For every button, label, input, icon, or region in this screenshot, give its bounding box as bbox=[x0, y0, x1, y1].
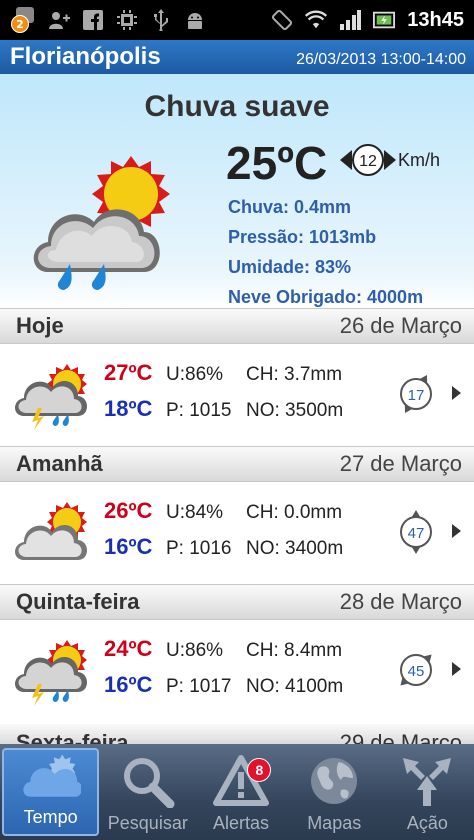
day-date: 28 de Março bbox=[339, 589, 462, 614]
rotation-icon bbox=[271, 9, 293, 31]
day-header: Quinta-feira 28 de Março bbox=[0, 584, 474, 620]
usb-icon bbox=[150, 9, 172, 31]
day-header: Hoje 26 de Março bbox=[0, 308, 474, 344]
tab-label: Pesquisar bbox=[107, 813, 188, 833]
day-date: 26 de Março bbox=[339, 313, 462, 338]
day-header: Amanhã 27 de Março bbox=[0, 446, 474, 482]
temp-max: 27ºC bbox=[104, 360, 153, 385]
humidity-value: U:86% bbox=[166, 364, 224, 385]
cloud-sun-icon bbox=[21, 750, 81, 803]
tab-alertas[interactable]: 8 Alertas bbox=[194, 744, 287, 840]
current-weather-panel: Chuva suave 25ºC 12 Km/h Chuva: 0.4mm Pr… bbox=[0, 74, 474, 308]
rain-value: CH: 3.7mm bbox=[246, 364, 343, 385]
tab-label: Ação bbox=[406, 813, 448, 833]
facebook-icon bbox=[82, 9, 104, 31]
contact-add-icon bbox=[48, 9, 70, 31]
tab-label: Alertas bbox=[212, 813, 270, 833]
pressure-value: P: 1017 bbox=[166, 676, 232, 697]
android-debug-icon bbox=[184, 9, 206, 31]
forecast-row[interactable]: 24ºC 16ºC U:86% P: 1017 CH: 8.4mm NO: 41… bbox=[0, 620, 474, 722]
tab-pesquisar[interactable]: Pesquisar bbox=[101, 744, 194, 840]
location-header[interactable]: Florianópolis 26/03/2013 13:00-14:00 bbox=[0, 40, 474, 74]
chevron-right-icon[interactable] bbox=[452, 524, 461, 538]
notification-icon[interactable]: 2 bbox=[10, 7, 36, 33]
city-name: Florianópolis bbox=[10, 43, 161, 70]
battery-icon bbox=[373, 9, 396, 31]
current-condition: Chuva suave bbox=[144, 90, 330, 123]
day-date: 27 de Março bbox=[339, 451, 462, 476]
partly-cloudy-icon bbox=[12, 498, 92, 573]
wind-unit: Km/h bbox=[398, 150, 441, 170]
day-name: Hoje bbox=[16, 313, 64, 338]
tab-label: Tempo bbox=[23, 807, 78, 827]
temp-min: 18ºC bbox=[104, 396, 153, 421]
tab-acao[interactable]: Ação bbox=[381, 744, 474, 840]
wind-speed: 17 bbox=[408, 387, 425, 404]
tab-tempo[interactable]: Tempo bbox=[2, 748, 100, 836]
wind-direction-icon: 17 bbox=[392, 370, 440, 423]
cloud-sun-rain-icon bbox=[26, 154, 196, 294]
forecast-row[interactable]: 27ºC 18ºC U:86% P: 1015 CH: 3.7mm NO: 35… bbox=[0, 344, 474, 446]
wind-speed: 47 bbox=[408, 525, 425, 542]
snow-value: NO: 4100m bbox=[246, 676, 344, 697]
chevron-right-icon[interactable] bbox=[452, 662, 461, 676]
chip-icon bbox=[116, 9, 138, 31]
wind-direction-icon: 45 bbox=[392, 646, 440, 699]
temp-max: 24ºC bbox=[104, 636, 153, 661]
pressure-value: P: 1016 bbox=[166, 538, 232, 559]
forecast-row[interactable]: 26ºC 16ºC U:84% P: 1016 CH: 0.0mm NO: 34… bbox=[0, 482, 474, 584]
notification-count: 2 bbox=[11, 15, 29, 33]
day-name: Quinta-feira bbox=[16, 589, 140, 614]
current-details: Chuva: 0.4mm Pressão: 1013mb Umidade: 83… bbox=[228, 192, 423, 312]
share-icon bbox=[397, 753, 457, 809]
bottom-tab-bar: Tempo Pesquisar 8 Alertas Mapas Ação bbox=[0, 744, 474, 840]
tab-mapas[interactable]: Mapas bbox=[288, 744, 381, 840]
magnifier-icon bbox=[118, 753, 178, 809]
wind-speed: 45 bbox=[408, 663, 425, 680]
humidity-value: U:86% bbox=[166, 640, 224, 661]
humidity-value: U:84% bbox=[166, 502, 224, 523]
wind-direction-icon: 47 bbox=[392, 508, 440, 561]
current-rain: Chuva: 0.4mm bbox=[228, 197, 352, 217]
tab-label: Mapas bbox=[307, 813, 362, 833]
current-pressure: Pressão: 1013mb bbox=[228, 227, 377, 247]
current-humidity: Umidade: 83% bbox=[228, 257, 352, 277]
wifi-icon bbox=[305, 9, 328, 31]
wind-direction-icon: 12 bbox=[338, 142, 398, 182]
status-time: 13h45 bbox=[407, 8, 464, 31]
status-bar: 2 13h45 bbox=[0, 0, 474, 40]
storm-sun-icon bbox=[12, 636, 92, 711]
snow-value: NO: 3500m bbox=[246, 400, 344, 421]
rain-value: CH: 8.4mm bbox=[246, 640, 343, 661]
temp-max: 26ºC bbox=[104, 498, 153, 523]
rain-value: CH: 0.0mm bbox=[246, 502, 343, 523]
temp-min: 16ºC bbox=[104, 534, 153, 559]
globe-icon bbox=[304, 753, 364, 809]
pressure-value: P: 1015 bbox=[166, 400, 232, 421]
day-name: Amanhã bbox=[16, 451, 103, 476]
chevron-right-icon[interactable] bbox=[452, 386, 461, 400]
signal-icon bbox=[339, 9, 362, 31]
current-wind-speed: 12 bbox=[359, 153, 377, 170]
storm-sun-icon bbox=[12, 360, 92, 435]
forecast-datetime: 26/03/2013 13:00-14:00 bbox=[296, 51, 466, 68]
snow-value: NO: 3400m bbox=[246, 538, 344, 559]
temp-min: 16ºC bbox=[104, 672, 153, 697]
current-temperature: 25ºC bbox=[226, 137, 328, 189]
